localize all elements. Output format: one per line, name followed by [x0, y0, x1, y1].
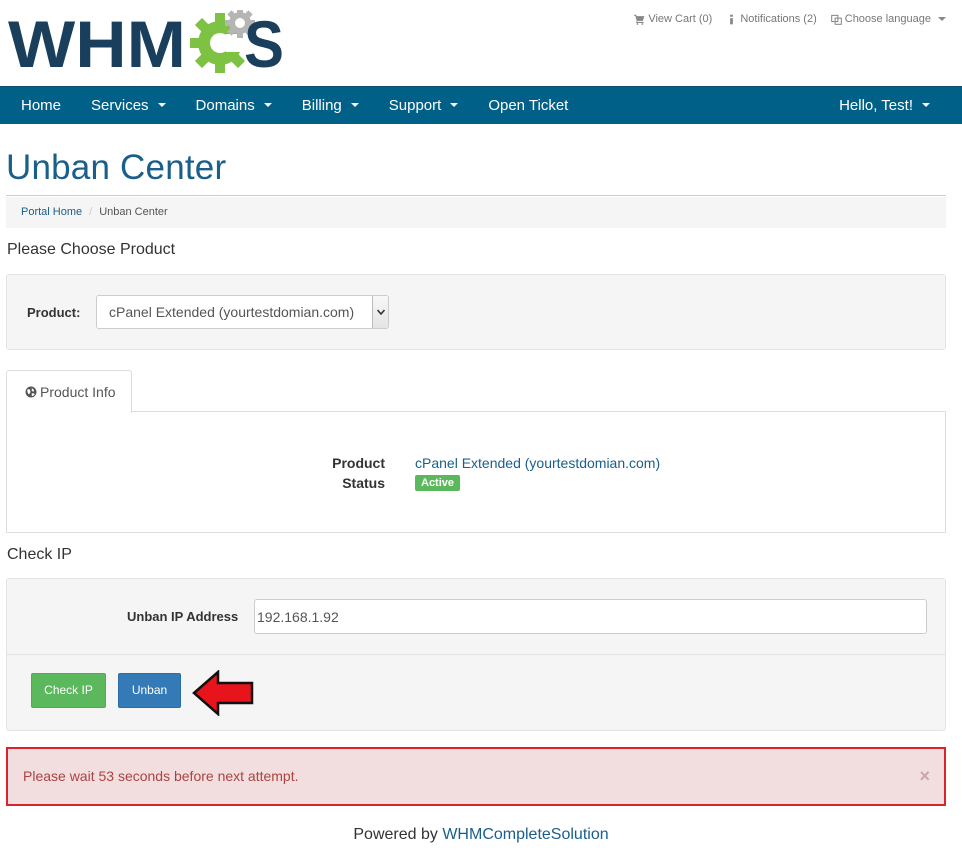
footer-prefix: Powered by — [353, 826, 438, 843]
breadcrumb-portal-home[interactable]: Portal Home — [21, 206, 82, 218]
check-ip-heading: Check IP — [7, 546, 72, 563]
check-ip-button[interactable]: Check IP — [31, 673, 106, 708]
view-cart-link[interactable]: View Cart (0) — [634, 13, 712, 25]
nav-billing-label: Billing — [301, 97, 342, 114]
footer-link[interactable]: WHMCompleteSolution — [442, 826, 608, 843]
nav-services-label: Services — [91, 97, 149, 114]
unban-ip-input[interactable] — [254, 599, 927, 634]
nav-home-label: Home — [21, 97, 62, 114]
chevron-down-icon — [922, 103, 930, 108]
language-selector[interactable]: Choose language — [830, 13, 946, 25]
footer: Powered by WHMCompleteSolution — [0, 826, 962, 844]
tab-product-info-label: Product Info — [40, 384, 116, 400]
red-arrow-annotation-icon — [192, 670, 254, 716]
user-greeting[interactable]: Hello, Test! — [824, 87, 945, 125]
product-label: Product: — [27, 305, 81, 320]
info-icon — [730, 14, 734, 24]
status-badge: Active — [415, 475, 461, 491]
header: WHM S View Cart (0) Notifications (2) Ch… — [0, 0, 962, 86]
whmcs-logo[interactable]: WHM S — [8, 10, 283, 74]
chevron-down-icon — [376, 309, 385, 315]
check-ip-panel: Unban IP Address Check IP Unban — [6, 578, 946, 731]
select-arrow[interactable] — [372, 296, 388, 328]
nav-support-label: Support — [388, 97, 442, 114]
tab-product-info[interactable]: Product Info — [6, 370, 132, 413]
nav-services[interactable]: Services — [76, 87, 181, 125]
nav-menu: Home Services Domains Billing Support Op… — [6, 87, 583, 125]
error-alert: Please wait 53 seconds before next attem… — [6, 747, 946, 806]
product-info-panel: Product cPanel Extended (yourtestdomian.… — [6, 411, 946, 533]
choose-product-heading: Please Choose Product — [7, 241, 176, 258]
product-select-panel: Product: cPanel Extended (yourtestdomian… — [6, 274, 946, 350]
unban-ip-label: Unban IP Address — [127, 609, 239, 624]
view-cart-label: View Cart (0) — [648, 13, 713, 25]
cart-icon — [634, 14, 645, 25]
unban-button[interactable]: Unban — [118, 673, 181, 708]
close-icon[interactable]: × — [919, 749, 930, 804]
nav-open-ticket[interactable]: Open Ticket — [473, 87, 583, 125]
top-links: View Cart (0) Notifications (2) Choose l… — [634, 13, 946, 25]
product-info-label: Product — [332, 455, 385, 471]
breadcrumb-current: Unban Center — [99, 206, 168, 218]
globe-icon — [25, 386, 37, 398]
title-divider — [6, 195, 946, 196]
page-title: Unban Center — [6, 148, 227, 187]
nav-open-ticket-label: Open Ticket — [488, 97, 569, 114]
chevron-down-icon — [350, 103, 359, 108]
alert-message: Please wait 53 seconds before next attem… — [23, 768, 299, 784]
main-navbar: Home Services Domains Billing Support Op… — [0, 86, 962, 124]
status-label: Status — [342, 475, 385, 491]
chevron-down-icon — [450, 103, 459, 108]
logo-text-left: WHM — [8, 10, 186, 74]
user-greeting-label: Hello, Test! — [839, 97, 913, 114]
notifications-link[interactable]: Notifications (2) — [726, 13, 817, 25]
notifications-label: Notifications (2) — [740, 13, 817, 25]
nav-support[interactable]: Support — [374, 87, 474, 125]
nav-billing[interactable]: Billing — [287, 87, 374, 125]
breadcrumb: Portal Home / Unban Center — [6, 197, 946, 228]
user-menu[interactable]: Hello, Test! — [824, 87, 945, 125]
product-select-value: cPanel Extended (yourtestdomian.com) — [109, 304, 355, 320]
language-icon — [830, 14, 842, 25]
language-label: Choose language — [844, 13, 931, 25]
product-select[interactable]: cPanel Extended (yourtestdomian.com) — [96, 295, 389, 329]
logo-graphic: WHM S — [8, 10, 283, 74]
nav-home[interactable]: Home — [6, 87, 76, 125]
chevron-down-icon — [938, 17, 946, 21]
chevron-down-icon — [263, 103, 272, 108]
breadcrumb-separator: / — [89, 206, 93, 218]
logo-text-right: S — [244, 10, 283, 74]
nav-domains[interactable]: Domains — [181, 87, 287, 125]
panel-divider — [7, 654, 945, 655]
nav-domains-label: Domains — [195, 97, 255, 114]
product-info-link[interactable]: cPanel Extended (yourtestdomian.com) — [415, 455, 660, 471]
chevron-down-icon — [157, 103, 166, 108]
